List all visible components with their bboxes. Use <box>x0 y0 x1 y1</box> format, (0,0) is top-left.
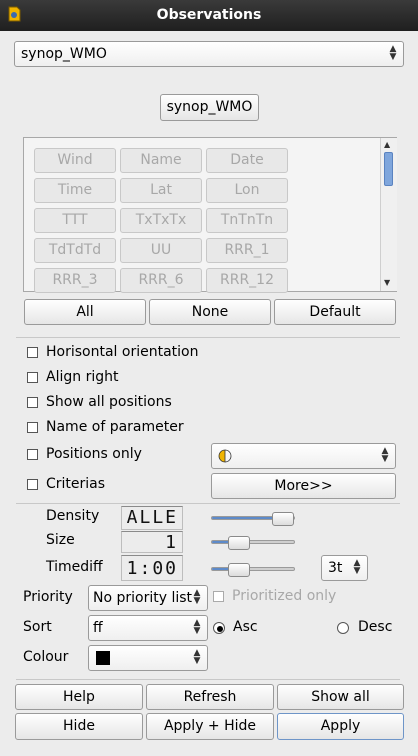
criterias-checkbox[interactable] <box>27 479 38 490</box>
parameter-button[interactable]: UU <box>120 238 202 263</box>
colour-combo[interactable]: ▲ ▼ <box>88 645 208 671</box>
timediff-combo-value: 3t <box>328 560 343 576</box>
prioritized-only-label: Prioritized only <box>232 588 337 604</box>
horizontal-label: Horisontal orientation <box>46 344 199 360</box>
hide-button[interactable]: Hide <box>15 713 143 740</box>
priority-label: Priority <box>23 589 73 605</box>
default-button[interactable]: Default <box>274 299 396 325</box>
density-display: ALLE <box>121 506 183 530</box>
parameter-button[interactable]: TxTxTx <box>120 208 202 233</box>
criterias-label: Criterias <box>46 476 106 492</box>
size-slider-handle[interactable] <box>228 536 251 550</box>
timediff-combo[interactable]: 3t ▲ ▼ <box>321 555 368 581</box>
timediff-display: 1:00 <box>121 555 183 581</box>
scroll-down-icon[interactable]: ▼ <box>384 278 390 287</box>
size-label: Size <box>46 532 75 548</box>
show-all-positions-label: Show all positions <box>46 394 172 410</box>
show-all-positions-checkbox[interactable] <box>27 397 38 408</box>
combo-arrows-icon: ▲ ▼ <box>193 618 201 636</box>
separator <box>16 503 400 504</box>
marker-icon <box>218 449 232 463</box>
refresh-button[interactable]: Refresh <box>146 684 274 710</box>
parameter-button[interactable]: RRR_6 <box>120 268 202 293</box>
density-slider[interactable] <box>211 512 295 526</box>
colour-swatch <box>96 651 110 665</box>
align-right-checkbox[interactable] <box>27 372 38 383</box>
asc-label: Asc <box>233 619 258 635</box>
combo-arrows-icon: ▲ ▼ <box>193 588 201 606</box>
separator <box>16 679 400 680</box>
marker-combo[interactable]: ▲ ▼ <box>211 443 396 469</box>
asc-radio[interactable] <box>213 622 225 634</box>
parameter-button[interactable]: TdTdTd <box>34 238 116 263</box>
horizontal-checkbox[interactable] <box>27 347 38 358</box>
priority-combo-value: No priority list <box>93 590 193 606</box>
parameter-button[interactable]: Date <box>206 148 288 173</box>
priority-combo[interactable]: No priority list ▲ ▼ <box>88 585 208 611</box>
data-type-combo[interactable]: synop_WMO ▲ ▼ <box>14 41 404 67</box>
parameter-button[interactable]: Lon <box>206 178 288 203</box>
combo-arrows-icon: ▲ ▼ <box>381 446 389 464</box>
more-button[interactable]: More>> <box>211 473 396 499</box>
data-type-combo-value: synop_WMO <box>21 46 107 62</box>
positions-only-label: Positions only <box>46 446 142 462</box>
scrollbar-thumb[interactable] <box>384 152 393 186</box>
parameter-button[interactable]: TTT <box>34 208 116 233</box>
parameter-button[interactable]: Time <box>34 178 116 203</box>
window-title: Observations <box>156 7 262 23</box>
sort-combo[interactable]: ff ▲ ▼ <box>88 615 208 641</box>
name-of-parameter-checkbox[interactable] <box>27 422 38 433</box>
sort-combo-value: ff <box>93 620 103 636</box>
scroll-up-icon[interactable]: ▲ <box>384 140 390 149</box>
none-button[interactable]: None <box>149 299 271 325</box>
timediff-label: Timediff <box>46 559 103 575</box>
type-button[interactable]: synop_WMO <box>160 94 259 121</box>
desc-radio[interactable] <box>337 622 349 634</box>
combo-arrows-icon: ▲ ▼ <box>353 558 361 576</box>
density-slider-handle[interactable] <box>271 512 294 526</box>
observations-dialog: Observations synop_WMO ▲ ▼ synop_WMO Wind… <box>0 0 418 756</box>
timediff-slider-handle[interactable] <box>228 563 251 577</box>
combo-arrows-icon: ▲ ▼ <box>389 44 397 62</box>
combo-arrows-icon: ▲ ▼ <box>193 648 201 666</box>
parameter-button[interactable]: RRR_1 <box>206 238 288 263</box>
timediff-slider[interactable] <box>211 563 295 577</box>
prioritized-only-checkbox[interactable] <box>213 591 224 602</box>
parameter-scrollbar[interactable]: ▲ ▼ <box>380 138 397 291</box>
parameter-list[interactable]: Wind Name Date Time Lat Lon TTT TxTxTx TnTnTn TdT… <box>23 137 397 293</box>
apply-hide-button[interactable]: Apply + Hide <box>146 713 274 740</box>
size-display: 1 <box>121 531 183 553</box>
align-right-label: Align right <box>46 369 119 385</box>
parameter-button[interactable]: RRR_12 <box>206 268 288 293</box>
parameter-button[interactable]: RRR_3 <box>34 268 116 293</box>
parameter-button[interactable]: TnTnTn <box>206 208 288 233</box>
all-button[interactable]: All <box>24 299 146 325</box>
title-bar: Observations <box>0 0 418 31</box>
density-label: Density <box>46 508 100 524</box>
desc-label: Desc <box>358 619 393 635</box>
apply-button[interactable]: Apply <box>277 713 404 740</box>
separator <box>16 337 400 338</box>
colour-label: Colour <box>23 649 69 665</box>
help-button[interactable]: Help <box>15 684 143 710</box>
parameter-button[interactable]: Lat <box>120 178 202 203</box>
parameter-button[interactable]: Wind <box>34 148 116 173</box>
parameter-button[interactable]: Name <box>120 148 202 173</box>
size-slider[interactable] <box>211 536 295 550</box>
show-all-button[interactable]: Show all <box>277 684 404 710</box>
name-of-parameter-label: Name of parameter <box>46 419 184 435</box>
positions-only-checkbox[interactable] <box>27 449 38 460</box>
sort-label: Sort <box>23 619 52 635</box>
